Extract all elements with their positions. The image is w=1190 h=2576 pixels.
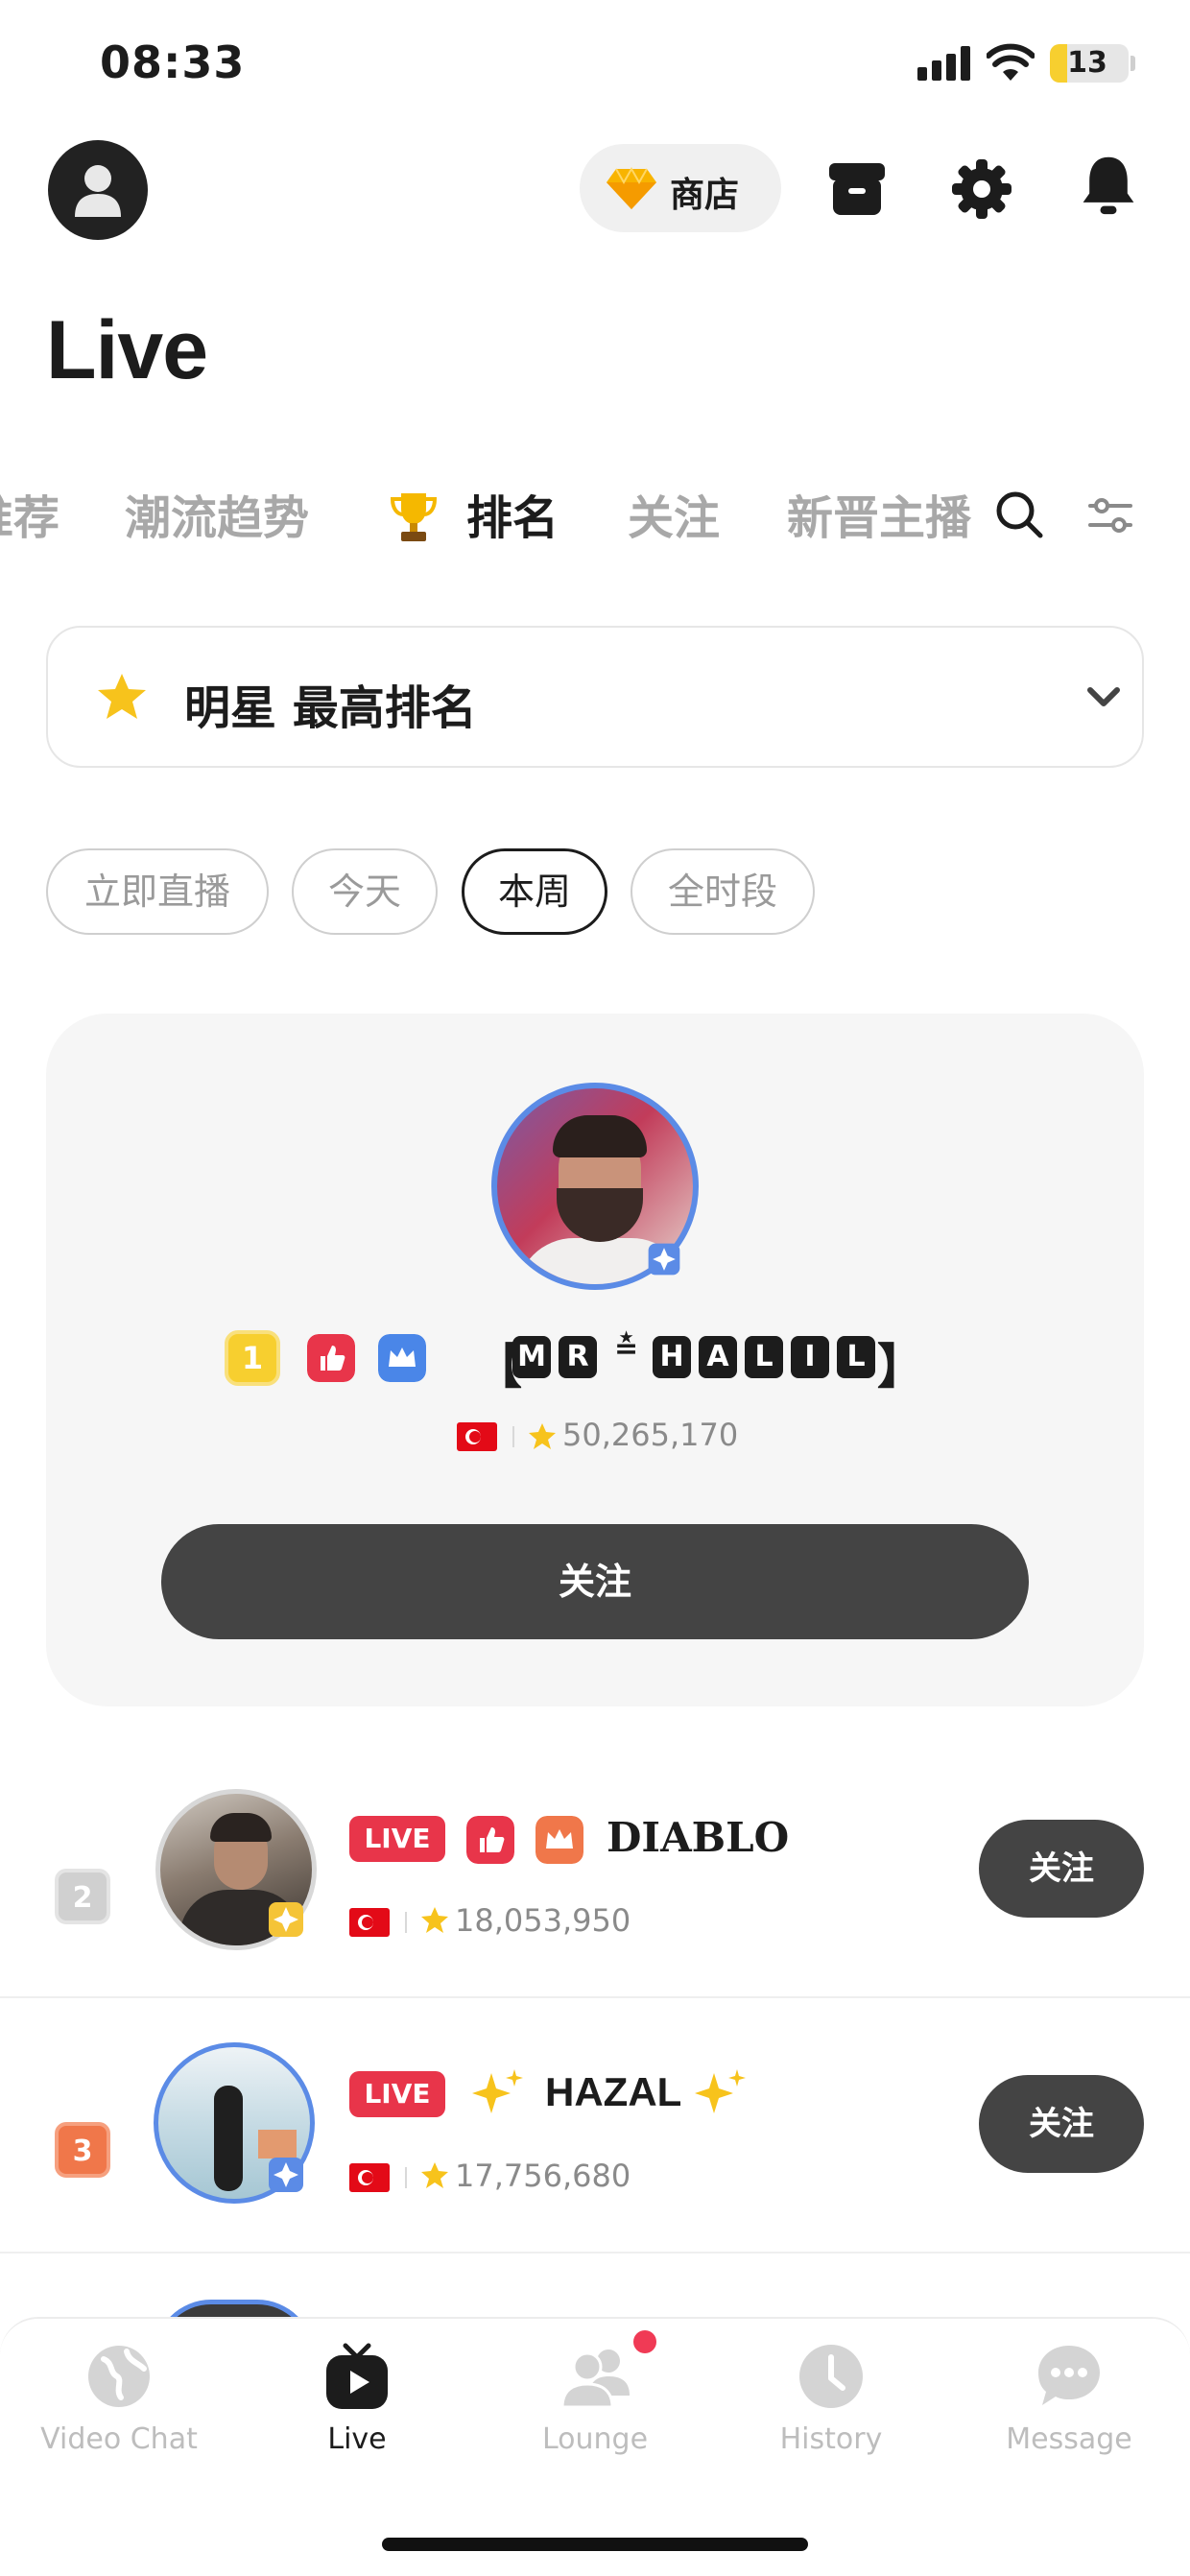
rank-badge-1: 1 <box>225 1330 280 1386</box>
tab-recommended[interactable]: 推荐 <box>0 480 60 557</box>
shop-button[interactable]: 商店 <box>580 144 781 232</box>
nav-label: Live <box>327 2422 387 2456</box>
status-time: 08:33 <box>100 36 246 88</box>
star-icon <box>421 1907 448 1933</box>
star-icon <box>98 674 146 719</box>
name-letter: A <box>699 1336 737 1378</box>
tv-icon <box>326 2343 388 2409</box>
tab-ranking[interactable]: 排名 <box>466 480 559 557</box>
live-badge: LIVE <box>349 1816 445 1862</box>
ranking-type-dropdown[interactable]: 明星 最高排名 <box>46 626 1144 768</box>
ranking-type-label: 明星 最高排名 <box>184 681 477 735</box>
trophy-icon <box>390 493 438 541</box>
status-bar: 08:33 13 <box>0 0 1190 134</box>
period-chip-live-now[interactable]: 立即直播 <box>46 848 269 935</box>
nav-message[interactable]: Message <box>973 2342 1165 2467</box>
list-item[interactable]: 2 LIVE DIABLO 18,053,950 关注 <box>0 1743 1190 1998</box>
inventory-box-icon[interactable] <box>825 157 889 221</box>
top-host-score: 50,265,170 <box>562 1417 739 1453</box>
shop-label: 商店 <box>670 176 740 215</box>
people-icon <box>560 2349 630 2409</box>
notification-dot <box>633 2330 656 2353</box>
name-letter: M <box>512 1336 551 1378</box>
nav-history[interactable]: History <box>735 2342 927 2467</box>
nav-label: Lounge <box>541 2422 649 2456</box>
turkey-flag-icon <box>457 1422 497 1451</box>
crown-badge-icon <box>536 1816 583 1864</box>
host-score: 17,756,680 <box>455 2158 631 2194</box>
name-letter: R <box>559 1336 597 1378</box>
turkey-flag-icon <box>349 2163 390 2192</box>
follow-button[interactable]: 关注 <box>979 2075 1144 2173</box>
turkey-flag-icon <box>349 1908 390 1937</box>
nav-label: History <box>779 2422 883 2456</box>
wifi-icon <box>987 43 1035 81</box>
host-name: DIABLO <box>607 1814 790 1861</box>
profile-avatar[interactable] <box>48 140 148 240</box>
chat-icon <box>1038 2346 1100 2405</box>
user-icon <box>75 165 121 217</box>
period-chip-this-week[interactable]: 本周 <box>462 848 607 935</box>
sparkles-icon <box>695 2069 746 2113</box>
tab-trending[interactable]: 潮流趋势 <box>125 480 309 557</box>
name-letter: I <box>791 1336 829 1378</box>
search-icon[interactable] <box>992 488 1046 541</box>
thumbs-up-badge-icon <box>307 1334 355 1382</box>
chevron-down-icon <box>1087 687 1120 706</box>
level-badge-icon <box>269 2158 303 2192</box>
battery-nub <box>1130 56 1135 71</box>
diamond-icon <box>607 167 656 209</box>
sparkles-icon <box>472 2069 523 2113</box>
divider <box>405 1912 407 1933</box>
home-indicator <box>382 2538 808 2551</box>
cellular-signal-icon <box>917 46 970 81</box>
follow-button[interactable]: 关注 <box>161 1524 1029 1639</box>
follow-button[interactable]: 关注 <box>979 1820 1144 1918</box>
period-chip-today[interactable]: 今天 <box>292 848 438 935</box>
nav-video-chat[interactable]: Video Chat <box>23 2342 215 2467</box>
battery-indicator: 13 <box>1050 44 1129 83</box>
globe-icon <box>88 2346 150 2407</box>
live-badge: LIVE <box>349 2071 445 2117</box>
bell-icon[interactable] <box>1077 154 1140 217</box>
nav-live[interactable]: Live <box>261 2342 453 2467</box>
host-name: HAZAL <box>545 2069 682 2114</box>
nav-label: Video Chat <box>40 2422 198 2456</box>
name-letter: L <box>837 1336 875 1378</box>
clock-icon <box>799 2345 863 2408</box>
nav-lounge[interactable]: Lounge <box>499 2342 691 2467</box>
tab-new-hosts[interactable]: 新晋主播 <box>787 480 971 557</box>
tab-following[interactable]: 关注 <box>628 480 720 557</box>
name-letter: H <box>653 1336 691 1378</box>
rank-number: 3 <box>55 2122 110 2178</box>
rank-number: 2 <box>55 1869 110 1924</box>
list-item[interactable]: 3 LIVE HAZAL 17,756,680 关注 <box>0 1998 1190 2254</box>
page-title: Live <box>46 304 208 396</box>
name-letter: L <box>745 1336 783 1378</box>
star-icon <box>529 1423 556 1449</box>
divider <box>405 2167 407 2188</box>
divider <box>512 1426 514 1447</box>
row-divider <box>0 2252 1190 2254</box>
category-tabs: 推荐 潮流趋势 排名 关注 新晋主播 <box>0 480 988 557</box>
battery-percent: 13 <box>1067 46 1107 80</box>
nav-label: Message <box>1006 2422 1132 2456</box>
filter-sliders-icon[interactable] <box>1086 491 1134 539</box>
thumbs-up-badge-icon <box>466 1816 514 1864</box>
level-badge-icon <box>269 1902 303 1937</box>
host-score: 18,053,950 <box>455 1902 631 1939</box>
star-icon <box>421 2162 448 2188</box>
level-badge-icon <box>648 1243 680 1276</box>
crown-badge-icon <box>378 1334 426 1382</box>
period-chip-all-time[interactable]: 全时段 <box>631 848 815 935</box>
gear-icon[interactable] <box>950 157 1013 221</box>
